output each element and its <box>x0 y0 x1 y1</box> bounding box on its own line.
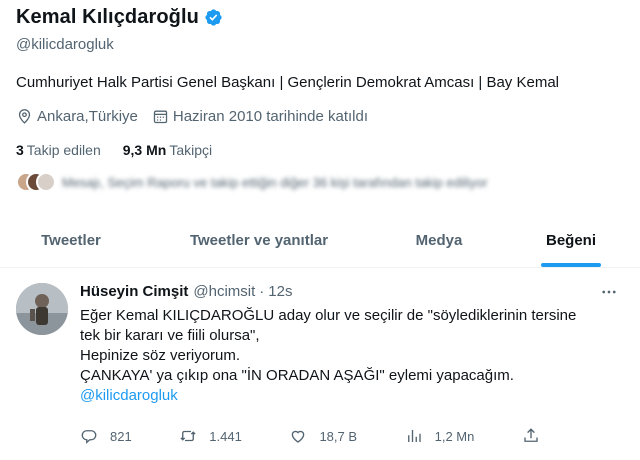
tweet-text-line: Eğer Kemal KILIÇDAROĞLU aday olur ve seç… <box>80 307 577 324</box>
tab-media-label: Medya <box>415 232 463 249</box>
like-count: 18,7 B <box>319 428 358 444</box>
views-button[interactable]: 1,2 Mn <box>405 427 475 445</box>
tweet-header: Hüseyin Cimşit @hcimsit · 12s <box>80 283 620 300</box>
calendar-icon <box>153 110 168 124</box>
active-tab-indicator <box>541 263 601 267</box>
following-label: Takip edilen <box>26 142 101 158</box>
reply-icon <box>81 430 97 444</box>
tweet-author-handle[interactable]: @hcimsit <box>193 283 255 300</box>
tweet-time[interactable]: 12s <box>268 283 292 300</box>
following-link[interactable]: 3 Takip edilen <box>16 142 101 158</box>
tweet-author-name[interactable]: Hüseyin Cimşit <box>80 283 188 300</box>
followed-by-text: Mesajı, Seçim Raporu ve takip ettiğin di… <box>62 174 488 190</box>
verified-badge-icon[interactable] <box>204 8 223 27</box>
profile-display-name: Kemal Kılıçdaroğlu <box>16 6 199 28</box>
reply-button[interactable]: 821 <box>80 427 132 445</box>
tab-likes-label: Beğeni <box>545 232 596 249</box>
tweet-text-line: tek bir kararı ve fiili olursa", <box>80 327 260 344</box>
retweet-button[interactable]: 1.441 <box>179 427 242 445</box>
views-count: 1,2 Mn <box>434 428 475 444</box>
like-button[interactable]: 18,7 B <box>289 427 357 445</box>
followers-count: 9,3 Mn <box>122 142 167 158</box>
profile-meta: Ankara,Türkiye Haziran 2010 tarihinde ka… <box>16 108 382 125</box>
profile-tabs: Tweetler Tweetler ve yanıtlar Medya Beğe… <box>0 214 640 268</box>
profile-joined: Haziran 2010 tarihinde katıldı <box>152 108 368 125</box>
location-pin-icon <box>18 109 31 124</box>
tweet-separator: · <box>259 283 265 300</box>
tab-tweets-and-replies-label: Tweetler ve yanıtlar <box>189 232 329 249</box>
tweet-body: Hüseyin Cimşit @hcimsit · 12s Eğer Kemal… <box>80 283 620 406</box>
location-text: Ankara,Türkiye <box>37 108 138 125</box>
followers-you-know[interactable]: Mesajı, Seçim Raporu ve takip ettiğin di… <box>16 172 488 192</box>
tweet-text-line: Hepinize söz veriyorum. <box>80 347 241 364</box>
tab-tweets[interactable]: Tweetler <box>0 214 142 267</box>
name-row: Kemal Kılıçdaroğlu <box>16 6 223 29</box>
profile-stats: 3 Takip edilen 9,3 Mn Takipçi <box>16 142 234 158</box>
followers-link[interactable]: 9,3 Mn Takipçi <box>123 142 212 158</box>
reply-count: 821 <box>110 428 132 444</box>
tweet-text-line: ÇANKAYA' ya çıkıp ona "İN ORADAN AŞAĞI" … <box>80 367 514 384</box>
tab-tweets-label: Tweetler <box>41 232 101 249</box>
followers-label: Takipçi <box>169 142 213 158</box>
tweet-mention-link[interactable]: @kilicdarogluk <box>80 386 620 406</box>
profile-handle: @kilicdarogluk <box>16 36 114 53</box>
views-chart-icon <box>407 430 421 442</box>
avatar[interactable] <box>16 283 68 335</box>
retweet-count: 1.441 <box>209 428 242 444</box>
joined-text: Haziran 2010 tarihinde katıldı <box>172 108 368 125</box>
heart-icon <box>292 430 305 443</box>
follower-avatars <box>16 172 56 192</box>
share-icon <box>524 428 538 442</box>
profile-location: Ankara,Türkiye <box>16 108 138 125</box>
retweet-icon <box>180 430 196 442</box>
tweet-text: Eğer Kemal KILIÇDAROĞLU aday olur ve seç… <box>80 306 620 406</box>
tab-likes[interactable]: Beğeni <box>502 214 640 267</box>
share-button[interactable] <box>522 427 540 445</box>
tweet[interactable]: Hüseyin Cimşit @hcimsit · 12s Eğer Kemal… <box>0 269 640 460</box>
more-dots-icon[interactable] <box>598 281 620 303</box>
tab-media[interactable]: Medya <box>376 214 502 267</box>
tweet-actions: 821 1.441 18,7 B 1,2 Mn <box>80 427 540 445</box>
following-count: 3 <box>16 142 24 158</box>
profile-bio: Cumhuriyet Halk Partisi Genel Başkanı | … <box>16 74 559 91</box>
follower-avatar <box>36 172 56 192</box>
tab-tweets-and-replies[interactable]: Tweetler ve yanıtlar <box>142 214 376 267</box>
